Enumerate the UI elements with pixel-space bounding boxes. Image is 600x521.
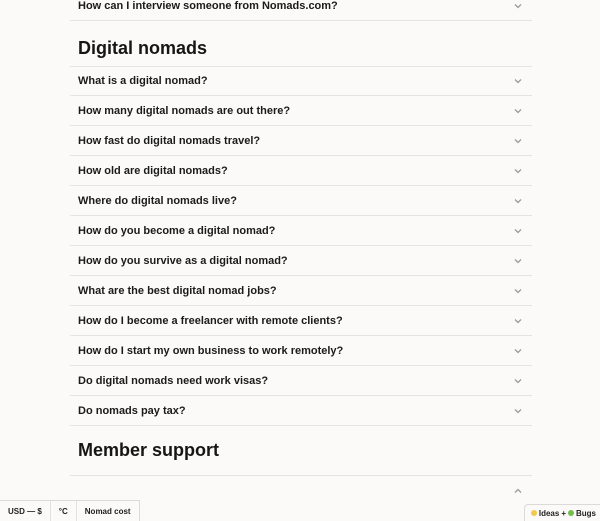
faq-question: How do you become a digital nomad? — [78, 224, 276, 237]
chevron-down-icon — [512, 165, 524, 177]
faq-question: How many digital nomads are out there? — [78, 104, 291, 117]
chevron-down-icon — [512, 315, 524, 327]
faq-content: How can I interview someone from Nomads.… — [70, 0, 532, 505]
faq-question: Do nomads pay tax? — [78, 404, 186, 417]
chevron-down-icon — [512, 345, 524, 357]
bugs-label: Bugs — [576, 508, 596, 518]
faq-item[interactable]: How do you survive as a digital nomad? — [70, 246, 532, 276]
faq-question: How do I start my own business to work r… — [78, 344, 344, 357]
chevron-up-icon — [512, 485, 524, 497]
chevron-down-icon — [512, 375, 524, 387]
section-title-digital-nomads: Digital nomads — [78, 38, 208, 58]
bug-icon — [568, 510, 574, 516]
ideas-bugs-button[interactable]: Ideas + Bugs — [523, 504, 600, 521]
chevron-down-icon — [512, 75, 524, 87]
chevron-down-icon — [512, 105, 524, 117]
chevron-down-icon — [512, 135, 524, 147]
faq-item[interactable]: How do I start my own business to work r… — [70, 336, 532, 366]
faq-question: What are the best digital nomad jobs? — [78, 284, 277, 297]
faq-item[interactable]: What is a digital nomad? — [70, 66, 532, 96]
chevron-down-icon — [512, 255, 524, 267]
faq-item[interactable]: Do digital nomads need work visas? — [70, 366, 532, 396]
chevron-down-icon — [512, 195, 524, 207]
chevron-down-icon — [512, 405, 524, 417]
faq-question: What is a digital nomad? — [78, 75, 208, 87]
nomad-cost-toggle[interactable]: Nomad cost — [77, 501, 139, 521]
ideas-label: Ideas — [538, 508, 560, 518]
faq-question: Do digital nomads need work visas? — [78, 374, 269, 387]
faq-question: How fast do digital nomads travel? — [78, 134, 261, 147]
faq-question: How old are digital nomads? — [78, 164, 228, 177]
faq-item[interactable]: How fast do digital nomads travel? — [70, 126, 532, 156]
faq-item[interactable]: Where do digital nomads live? — [70, 186, 532, 216]
faq-item[interactable]: How old are digital nomads? — [70, 156, 532, 186]
chevron-down-icon — [512, 285, 524, 297]
faq-item-interview[interactable]: How can I interview someone from Nomads.… — [70, 0, 532, 21]
faq-question: How can I interview someone from Nomads.… — [78, 0, 338, 12]
bottom-settings-bar: USD — $ °C Nomad cost — [0, 500, 140, 521]
currency-selector[interactable]: USD — $ — [0, 501, 51, 521]
temperature-toggle[interactable]: °C — [51, 501, 77, 521]
faq-item[interactable]: How do you become a digital nomad? — [70, 216, 532, 246]
faq-item[interactable]: Do nomads pay tax? — [70, 396, 532, 426]
section-title-member-support: Member support — [78, 440, 220, 460]
faq-page: How can I interview someone from Nomads.… — [0, 0, 600, 521]
faq-item[interactable]: How do I become a freelancer with remote… — [70, 306, 532, 336]
faq-question: How do you survive as a digital nomad? — [78, 254, 288, 267]
faq-question: Where do digital nomads live? — [78, 194, 237, 207]
faq-question: How do I become a freelancer with remote… — [78, 314, 343, 327]
faq-list-digital-nomads: What is a digital nomad? How many digital… — [70, 66, 532, 426]
plus-label: + — [561, 508, 566, 518]
lightbulb-icon — [530, 510, 537, 516]
chevron-down-icon — [512, 0, 524, 12]
faq-item[interactable]: How many digital nomads are out there? — [70, 96, 532, 126]
chevron-down-icon — [512, 225, 524, 237]
faq-item[interactable]: What are the best digital nomad jobs? — [70, 276, 532, 306]
